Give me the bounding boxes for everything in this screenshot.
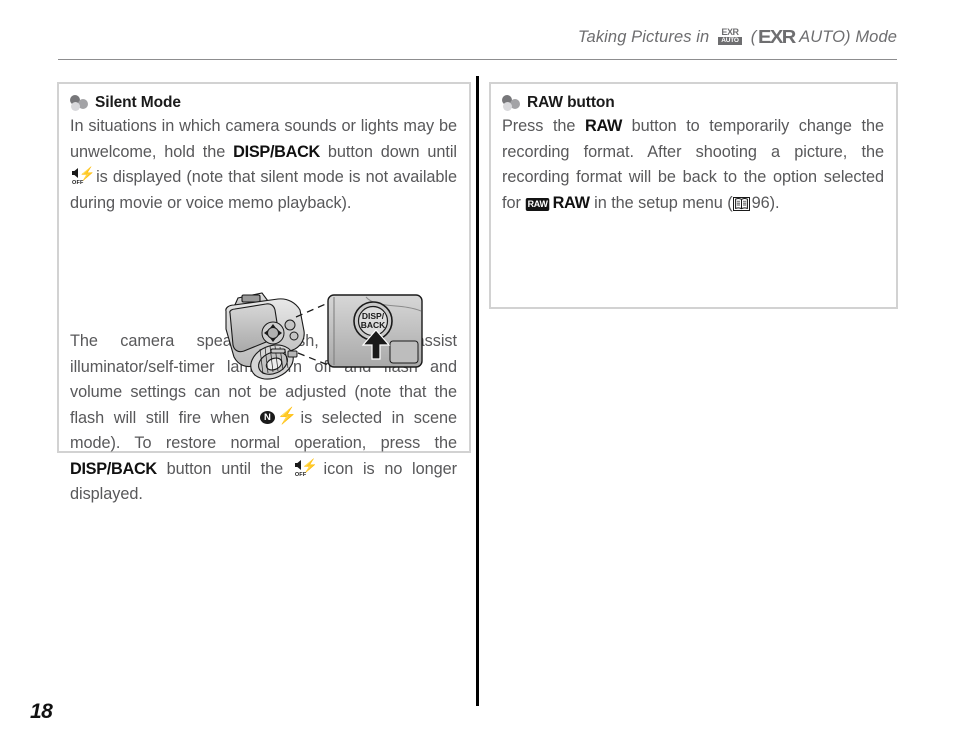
raw-button-title: RAW button — [527, 94, 615, 111]
silent-icon-off-label-2: OFF — [294, 471, 307, 478]
header-open-paren: ( — [750, 27, 757, 46]
page-number: 18 — [30, 700, 53, 723]
raw-page-ref: 96 — [751, 193, 770, 212]
raw-button-paragraph: Press the RAW button to temporarily chan… — [502, 114, 884, 216]
exr-wordmark: EXR — [758, 26, 796, 47]
silent-para2-part-c: button until the — [156, 459, 293, 478]
exr-badge-bottom-label: AUTO — [718, 37, 742, 45]
silent-mode-infobox: Silent Mode In situations in which camer… — [57, 82, 471, 503]
exr-auto-badge-icon: EXR AUTO — [717, 27, 743, 45]
raw-para-part-c: in the setup menu ( — [589, 193, 733, 212]
three-dots-icon — [70, 94, 89, 112]
silent-mode-icon-2: ⚡ OFF — [294, 457, 318, 478]
scene-flash-icon: N ⚡ — [259, 408, 297, 426]
raw-bold-1: RAW — [585, 117, 623, 135]
column-divider — [476, 76, 479, 706]
silent-mode-heading: Silent Mode — [70, 94, 457, 112]
book-page-reference-icon — [732, 194, 750, 211]
silent-mode-icon: ⚡ OFF — [72, 166, 96, 186]
raw-para-part-a: Press the — [502, 117, 585, 135]
raw-bold-2: RAW — [552, 193, 590, 212]
header-title: Taking Pictures in EXR AUTO (EXR AUTO) Mo… — [578, 27, 897, 48]
page-header: Taking Pictures in EXR AUTO (EXR AUTO) Mo… — [58, 22, 897, 52]
disp-back-bold-1: DISP/BACK — [233, 142, 320, 161]
silent-para1-part-c: is displayed (note that silent mode is n… — [70, 168, 457, 212]
camera-disp-back-illustration: DISP/ BACK — [216, 281, 426, 386]
silent-mode-paragraph-1: In situations in which camera sounds or … — [70, 114, 457, 216]
header-prefix: Taking Pictures in — [577, 27, 710, 46]
scene-flash-letter: N — [259, 410, 275, 424]
svg-text:BACK: BACK — [361, 320, 386, 330]
header-suffix: AUTO) Mode — [799, 27, 897, 46]
raw-para-part-d: ). — [769, 193, 780, 212]
silent-para1-part-b: button down until — [320, 142, 457, 161]
exr-badge-top-label: EXR — [721, 27, 739, 37]
raw-button-heading: RAW button — [502, 94, 884, 112]
silent-icon-off-label: OFF — [72, 180, 84, 186]
silent-mode-title: Silent Mode — [95, 94, 181, 111]
header-divider-rule — [58, 59, 897, 60]
disp-back-bold-2: DISP/BACK — [70, 459, 157, 478]
raw-badge-icon: RAW — [526, 197, 550, 211]
raw-button-infobox: RAW button Press the RAW button to tempo… — [489, 82, 898, 309]
three-dots-icon — [502, 94, 521, 112]
